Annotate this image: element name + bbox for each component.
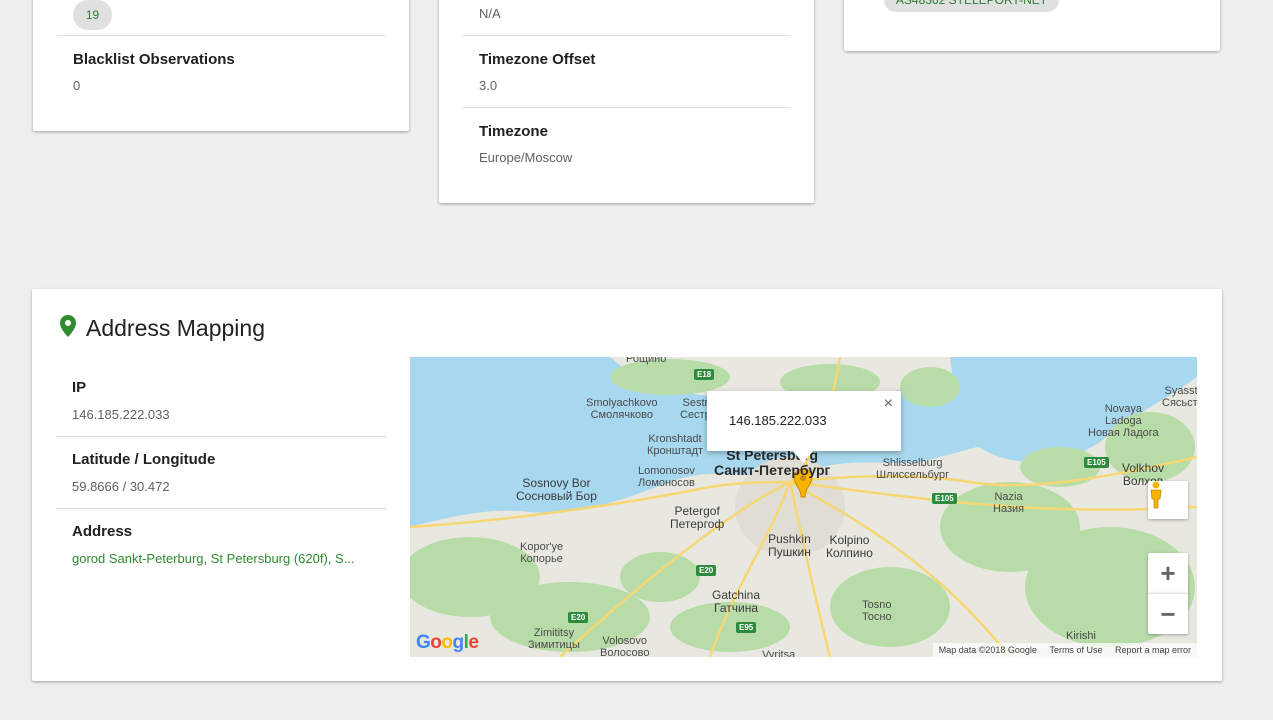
place-label: Kopor'ye Копорье: [520, 541, 564, 565]
ip-label: IP: [72, 379, 87, 396]
place-label: Volosovo Волосово: [600, 635, 650, 657]
place-label: Nazia Назия: [993, 491, 1025, 515]
place-label: Tosno Тосно: [862, 599, 892, 623]
section-title: Address Mapping: [86, 315, 265, 341]
zoom-in-button[interactable]: +: [1148, 553, 1188, 593]
place-label: Novaya Ladoga Новая Ладога: [1088, 403, 1159, 439]
map-attribution: Map data ©2018 Google Terms of Use Repor…: [932, 643, 1197, 657]
google-logo: Google: [416, 632, 479, 653]
divider: [56, 436, 387, 437]
observations-count-chip: 19: [73, 0, 112, 30]
place-label: Рощино: [626, 357, 667, 365]
place-label: Vyritsa: [762, 649, 796, 657]
place-label: Kronshtadt Кронштадт: [647, 433, 704, 457]
divider: [463, 35, 790, 36]
address-label: Address: [72, 523, 133, 540]
na-value: N/A: [479, 6, 501, 21]
road-shield: E18: [694, 369, 715, 380]
minus-icon: −: [1160, 598, 1176, 629]
place-label: Syasstr Сясьстр: [1162, 385, 1197, 409]
place-label: Pushkin Пушкин: [768, 532, 811, 559]
terms-of-use-link[interactable]: Terms of Use: [1049, 645, 1102, 655]
map-info-window: 146.185.222.033 ×: [707, 391, 901, 451]
reputation-card: 19 Blacklist Observations 0: [33, 0, 409, 131]
timezone-offset-label: Timezone Offset: [479, 51, 596, 68]
road-shield: E20: [568, 612, 589, 623]
place-label: Zimititsy Зимитицы: [528, 627, 580, 651]
divider: [57, 35, 385, 36]
info-window-tail: [793, 451, 813, 463]
road-shield: E95: [736, 622, 757, 633]
address-value[interactable]: gorod Sankt-Peterburg, St Petersburg (62…: [72, 551, 372, 566]
street-view-pegman-button[interactable]: [1148, 481, 1188, 519]
latlon-value: 59.8666 / 30.472: [72, 479, 170, 494]
ip-value: 146.185.222.033: [72, 407, 170, 422]
close-icon[interactable]: ×: [884, 395, 893, 413]
address-mapping-card: Address Mapping IP 146.185.222.033 Latit…: [32, 289, 1222, 681]
place-label: Gatchina Гатчина: [712, 588, 761, 615]
place-label: Sosnovy Bor Сосновый Бор: [516, 476, 597, 503]
map-data-text: Map data ©2018 Google: [938, 645, 1037, 655]
divider: [56, 508, 387, 509]
report-map-error-link[interactable]: Report a map error: [1115, 645, 1191, 655]
timezone-card: N/A Timezone Offset 3.0 Timezone Europe/…: [439, 0, 814, 203]
place-label: Kirishi: [1066, 630, 1096, 642]
timezone-value: Europe/Moscow: [479, 150, 573, 165]
road-shield: E20: [696, 565, 717, 576]
place-label: Petergof Петергоф: [670, 504, 725, 531]
info-window-ip: 146.185.222.033: [729, 413, 827, 428]
blacklist-observations-value: 0: [73, 78, 81, 93]
asn-chip[interactable]: AS48362 STELEPORT-NET: [884, 0, 1059, 12]
place-label: Smolyachkovo Смолячково: [586, 397, 658, 421]
place-label: Lomonosov Ломоносов: [638, 465, 695, 489]
plus-icon: +: [1160, 557, 1176, 588]
place-label: Shlisselburg Шлиссельбург: [876, 457, 950, 481]
map-view[interactable]: Рощино Smolyachkovo Смолячково Sestr Сес…: [410, 357, 1197, 657]
road-shield: E105: [932, 493, 957, 504]
asn-card: AS48362 STELEPORT-NET: [844, 0, 1220, 51]
latlon-label: Latitude / Longitude: [72, 451, 216, 468]
place-label: Kolpino Колпино: [826, 533, 873, 560]
divider: [463, 107, 790, 108]
location-pin-icon: [60, 315, 76, 342]
blacklist-observations-label: Blacklist Observations: [73, 51, 235, 68]
road-shield: E105: [1084, 457, 1109, 468]
timezone-offset-value: 3.0: [479, 78, 498, 93]
zoom-out-button[interactable]: −: [1148, 593, 1188, 634]
timezone-label: Timezone: [479, 123, 548, 140]
